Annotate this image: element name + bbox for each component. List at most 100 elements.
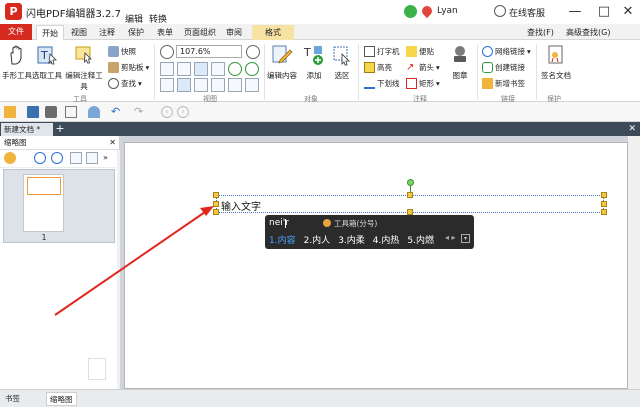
separator xyxy=(536,44,537,100)
back-icon[interactable]: ‹ xyxy=(161,106,173,118)
snapshot-button[interactable]: 快照 xyxy=(108,46,136,57)
insert-page-icon[interactable] xyxy=(70,152,82,164)
rectangle-button[interactable]: 矩形 ▾ xyxy=(406,78,440,89)
ime-menu-icon[interactable]: ▾ xyxy=(461,234,470,243)
resize-handle[interactable] xyxy=(213,192,219,198)
close-document-icon[interactable]: ✕ xyxy=(628,122,636,136)
fit-width-icon[interactable] xyxy=(177,62,191,76)
zoom-in-icon[interactable] xyxy=(34,152,46,164)
resize-handle[interactable] xyxy=(213,201,219,207)
wechat-icon[interactable] xyxy=(404,5,417,18)
add-button[interactable]: T 添加 xyxy=(300,44,328,81)
document-tab[interactable]: 新建文档 * xyxy=(1,123,53,136)
rotate-view-icon[interactable] xyxy=(211,62,225,76)
find-button[interactable]: 查找 ▾ xyxy=(108,78,142,89)
find-link[interactable]: 查找(F) xyxy=(527,27,554,38)
ime-page-nav[interactable]: ◂ ▸ xyxy=(445,233,456,242)
online-service-link[interactable]: 在线客服 xyxy=(509,6,545,19)
pdf-page[interactable] xyxy=(124,142,628,389)
canvas-scrollbar[interactable] xyxy=(628,136,640,389)
rotate-left-icon[interactable] xyxy=(228,62,242,76)
tab-protect[interactable]: 保护 xyxy=(123,25,149,40)
clipboard-button[interactable]: 剪贴板 ▾ xyxy=(108,62,149,73)
cloud-icon[interactable] xyxy=(88,106,100,118)
ime-candidate[interactable]: 4.内热 xyxy=(373,233,400,246)
tab-bookmarks[interactable]: 书签 xyxy=(2,392,23,406)
ime-candidate[interactable]: 5.内燃 xyxy=(407,233,434,246)
ime-toolbox-label[interactable]: 工具箱(分号) xyxy=(334,218,377,229)
create-link-button[interactable]: 创建链接 xyxy=(482,62,525,73)
zoom-in-icon[interactable] xyxy=(246,45,260,59)
zoom-out-icon[interactable] xyxy=(51,152,63,164)
thumbnail-item[interactable]: 1 xyxy=(3,169,115,243)
sign-document-button[interactable]: 签名文档 xyxy=(538,44,574,81)
stamp-button[interactable]: 图章 xyxy=(447,44,473,81)
rotation-handle[interactable] xyxy=(407,179,414,186)
tab-thumbnails[interactable]: 缩略图 xyxy=(46,392,77,406)
close-panel-icon[interactable]: ✕ xyxy=(109,136,116,150)
tab-page-organize[interactable]: 页面组织 xyxy=(181,25,219,40)
clipboard-label: 剪贴板 xyxy=(121,63,144,72)
ime-candidate[interactable]: 1.内容 xyxy=(269,233,296,246)
typewriter-label: 打字机 xyxy=(377,47,400,56)
separator xyxy=(154,44,155,100)
tab-format[interactable]: 格式 xyxy=(252,25,294,40)
typewriter-button[interactable]: 打字机 xyxy=(364,46,400,57)
open-folder-icon[interactable] xyxy=(4,106,16,118)
cover-icon[interactable] xyxy=(194,78,208,92)
highlight-button[interactable]: 高亮 xyxy=(364,62,392,73)
gear-icon[interactable] xyxy=(4,152,16,164)
edit-annot-tool-button[interactable]: 编辑注释工具 xyxy=(62,44,106,92)
tab-annotate[interactable]: 注释 xyxy=(95,25,119,40)
edit-content-button[interactable]: 编辑内容 xyxy=(266,44,298,81)
tab-view[interactable]: 视图 xyxy=(66,25,92,40)
advanced-find-link[interactable]: 高级查找(G) xyxy=(566,27,610,38)
forward-icon[interactable]: › xyxy=(177,106,189,118)
tab-review[interactable]: 审阅 xyxy=(222,25,246,40)
email-icon[interactable] xyxy=(65,106,77,118)
new-tab-button[interactable]: + xyxy=(55,122,65,136)
zoom-level-field[interactable]: 107.6% xyxy=(176,45,242,58)
zoom-out-icon[interactable] xyxy=(160,45,174,59)
more-options-icon[interactable]: » xyxy=(103,153,108,162)
service-icon[interactable] xyxy=(494,5,506,17)
redo-icon[interactable]: ↷ xyxy=(134,106,146,118)
hand-tool-button[interactable]: 手形工具 xyxy=(2,44,32,81)
web-link-button[interactable]: 网络链接 ▾ xyxy=(482,46,531,57)
resize-handle[interactable] xyxy=(601,192,607,198)
attachment-icon[interactable] xyxy=(211,78,225,92)
new-bookmark-button[interactable]: 新增书签 xyxy=(482,78,525,89)
extract-page-icon[interactable] xyxy=(86,152,98,164)
tab-file[interactable]: 文件 xyxy=(0,24,32,40)
user-name[interactable]: Lyan xyxy=(437,6,458,16)
fit-page-icon[interactable] xyxy=(160,62,174,76)
maximize-button[interactable]: □ xyxy=(596,4,612,20)
resize-handle[interactable] xyxy=(601,201,607,207)
close-button[interactable]: ✕ xyxy=(620,4,636,20)
resize-handle[interactable] xyxy=(213,209,219,215)
minimize-button[interactable]: — xyxy=(567,4,583,20)
tab-start[interactable]: 开始 xyxy=(36,25,64,40)
undo-icon[interactable]: ↶ xyxy=(111,106,123,118)
page-thumbnails-icon[interactable] xyxy=(245,78,259,92)
continuous-icon[interactable] xyxy=(160,78,174,92)
svg-text:T: T xyxy=(40,49,48,62)
page-thumbnail[interactable] xyxy=(23,174,64,232)
print-icon[interactable] xyxy=(45,106,57,118)
sticky-note-button[interactable]: 便贴 xyxy=(406,46,434,57)
select-tool-button[interactable]: T 选取工具 xyxy=(32,44,62,81)
rotate-right-icon[interactable] xyxy=(245,62,259,76)
save-icon[interactable] xyxy=(27,106,39,118)
reflow-icon[interactable] xyxy=(228,78,242,92)
single-page-icon[interactable] xyxy=(194,62,208,76)
ime-candidate[interactable]: 3.内柔 xyxy=(338,233,365,246)
resize-handle[interactable] xyxy=(601,209,607,215)
resize-handle[interactable] xyxy=(407,192,413,198)
select-area-button[interactable]: 选区 xyxy=(330,44,354,81)
underline-button[interactable]: 下划线 xyxy=(364,78,400,89)
ime-candidate[interactable]: 2.内人 xyxy=(304,233,331,246)
arrow-button[interactable]: ↗ 箭头 ▾ xyxy=(406,62,440,73)
facing-icon[interactable] xyxy=(177,78,191,92)
text-box-content[interactable]: 输入文字 xyxy=(221,198,261,213)
tab-form[interactable]: 表单 xyxy=(152,25,178,40)
